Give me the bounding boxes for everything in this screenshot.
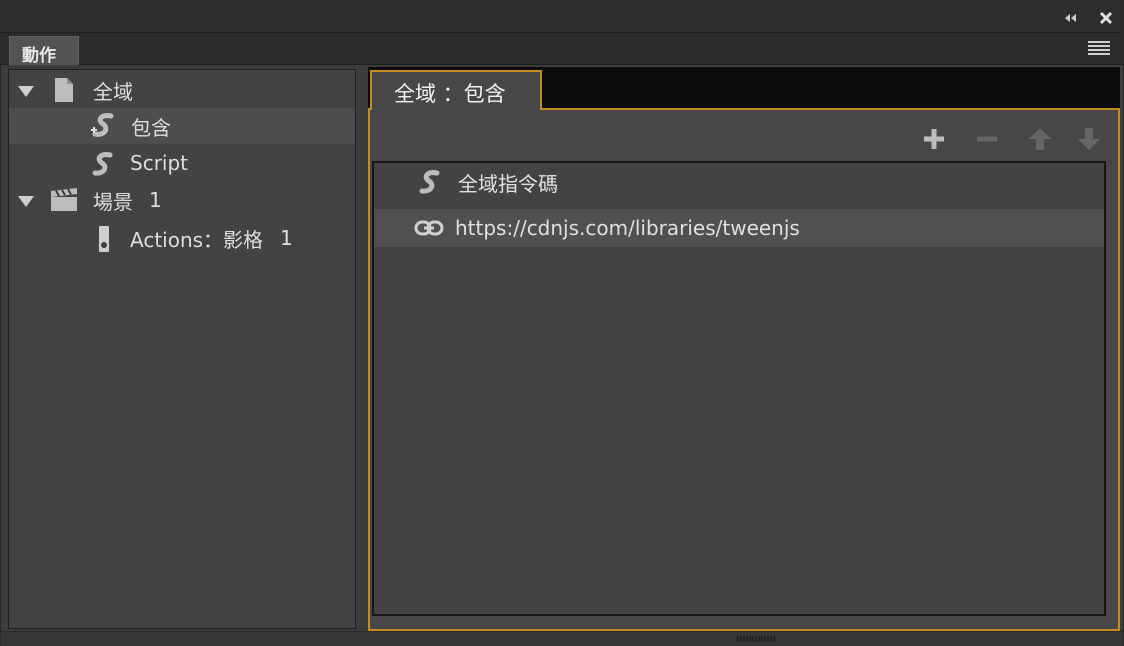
expand-arrow-icon[interactable] xyxy=(18,86,34,97)
list-item-label: https://cdnjs.com/libraries/tweenjs xyxy=(455,216,800,240)
close-icon[interactable] xyxy=(1098,11,1114,25)
tree-item-label: 包含 xyxy=(131,115,171,140)
panel-titlebar xyxy=(1,1,1123,33)
include-script-icon xyxy=(91,113,114,137)
resize-grip-icon[interactable] xyxy=(737,635,775,643)
tree-item-global[interactable]: 全域 xyxy=(9,72,355,108)
move-down-icon[interactable] xyxy=(1076,126,1102,152)
panel-tab-row: 動作 xyxy=(1,33,1123,66)
keyframe-icon xyxy=(99,226,109,252)
list-item[interactable]: https://cdnjs.com/libraries/tweenjs xyxy=(374,209,1104,247)
include-list: 全域指令碼 https://cdnjs.com/libraries/tweenj… xyxy=(372,161,1106,616)
remove-icon[interactable] xyxy=(974,126,1000,152)
link-icon xyxy=(414,220,444,236)
expand-arrow-icon[interactable] xyxy=(18,196,34,207)
add-icon[interactable] xyxy=(921,126,947,152)
panel-menu-icon[interactable] xyxy=(1088,41,1110,57)
collapse-icon[interactable] xyxy=(1062,11,1078,25)
script-icon xyxy=(92,152,113,176)
tab-actions[interactable]: 動作 xyxy=(9,36,79,66)
tree-item-label: Actions：影格 xyxy=(130,227,264,252)
list-item-label: 全域指令碼 xyxy=(458,171,558,196)
tree-item-include[interactable]: 包含 xyxy=(9,108,355,144)
script-navigator-tree: 全域 包含 Script 場景 1 Actions：影格 1 xyxy=(8,69,356,629)
tree-item-scene[interactable]: 場景 1 xyxy=(9,182,355,218)
pane-splitter[interactable] xyxy=(358,65,366,631)
script-icon xyxy=(419,170,440,194)
scene-number: 1 xyxy=(149,188,162,212)
panel-bottom-bar xyxy=(1,631,1123,646)
tab-global-include[interactable]: 全域 ：包含 xyxy=(370,70,542,110)
tree-item-label: 全域 xyxy=(93,79,133,104)
scene-clapper-icon xyxy=(51,188,77,211)
list-item[interactable]: 全域指令碼 xyxy=(374,163,1104,201)
tree-item-frame-actions[interactable]: Actions：影格 1 xyxy=(9,220,355,256)
document-icon xyxy=(55,78,73,102)
tree-item-label: 場景 xyxy=(93,189,133,214)
actions-panel: 動作 全域 包含 Script 場景 1 Actions：影格 1 全域 ：包含… xyxy=(0,0,1124,646)
tree-item-label: Script xyxy=(130,151,189,175)
frame-number: 1 xyxy=(280,226,293,250)
move-up-icon[interactable] xyxy=(1027,126,1053,152)
tree-item-script[interactable]: Script xyxy=(9,145,355,181)
